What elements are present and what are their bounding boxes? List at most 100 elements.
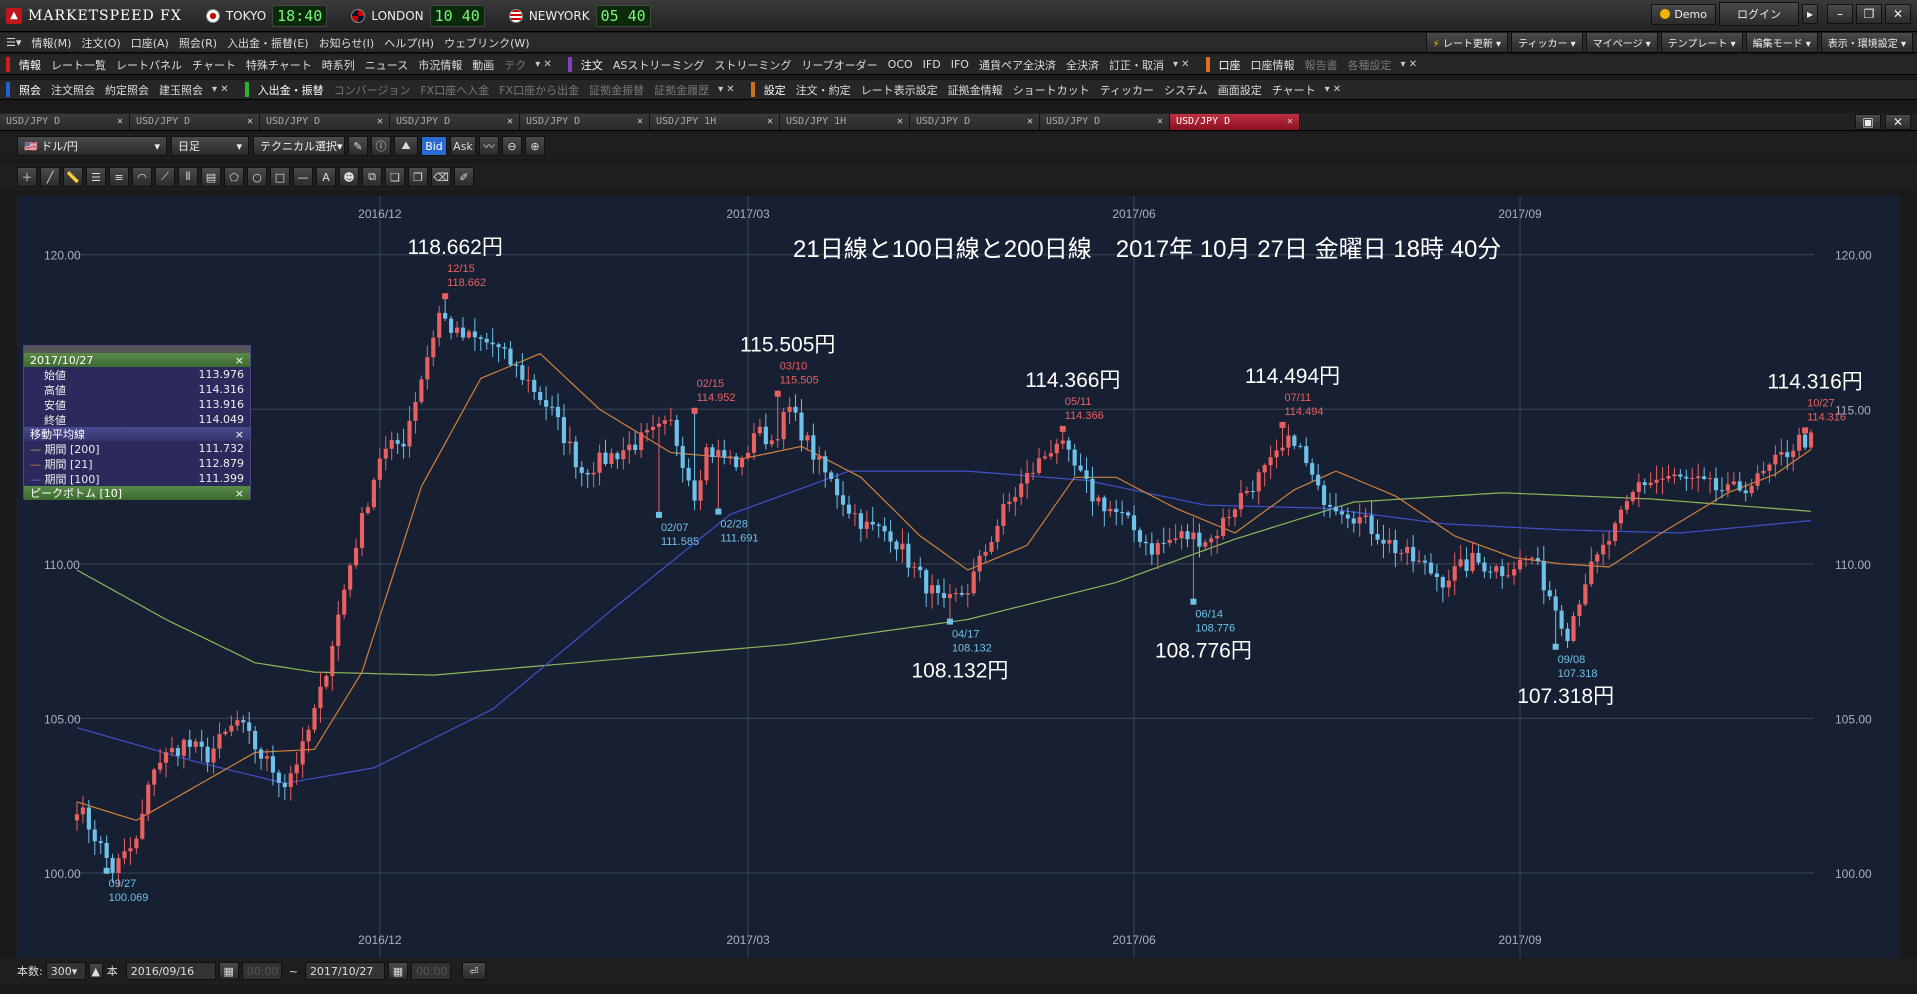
bid-button[interactable]: Bid xyxy=(421,136,447,156)
period-select[interactable]: 日足 ▾ xyxy=(171,136,249,156)
tab-close-icon[interactable]: ✕ xyxy=(377,116,383,127)
tab-chart[interactable]: USD/JPY D ✕ xyxy=(390,113,520,130)
toolbar1-item[interactable]: 通貨ペア全決済 xyxy=(979,57,1056,73)
panel-grip[interactable] xyxy=(24,346,250,353)
tab-chart[interactable]: USD/JPY 1H ✕ xyxy=(650,113,780,130)
tab-chart[interactable]: USD/JPY D ✕ xyxy=(130,113,260,130)
close-panel-icon[interactable]: ✕ xyxy=(1885,113,1911,130)
tab-close-icon[interactable]: ✕ xyxy=(117,116,123,127)
calendar-icon[interactable]: ▦ xyxy=(218,962,239,980)
tab-chart[interactable]: USD/JPY D ✕ xyxy=(0,113,130,130)
tab-chart[interactable]: USD/JPY D ✕ xyxy=(910,113,1040,130)
arrow-up-icon[interactable]: ▲ xyxy=(88,963,103,979)
display-settings-button[interactable]: 表示・環境設定 ▾ xyxy=(1820,33,1913,52)
copy-icon[interactable]: ⧉ xyxy=(362,167,382,187)
toolbar2-item[interactable]: 証拠金振替 xyxy=(589,82,644,98)
menu-item[interactable]: 入出金・振替(E) xyxy=(227,35,309,51)
tab-close-icon[interactable]: ✕ xyxy=(507,116,513,127)
tab-close-icon[interactable]: ✕ xyxy=(1157,116,1163,127)
toolbar1-item[interactable]: ストリーミング xyxy=(714,57,791,73)
edit-mode-button[interactable]: 編集モード ▾ xyxy=(1745,33,1818,52)
toolbar2-item[interactable]: 証拠金履歴 xyxy=(654,82,709,98)
fan-icon[interactable]: ⟋ xyxy=(155,167,175,187)
toolbar2-item[interactable]: 約定照会 xyxy=(105,82,149,98)
close-icon[interactable]: × xyxy=(235,354,244,367)
menu-item[interactable]: 照会(R) xyxy=(179,35,217,51)
wave-icon[interactable]: 〰 xyxy=(479,136,499,156)
demo-button[interactable]: Demo xyxy=(1651,3,1716,25)
toolbar2-item[interactable]: レート表示設定 xyxy=(861,82,938,98)
mypage-button[interactable]: マイページ ▾ xyxy=(1585,33,1658,52)
clear-all-icon[interactable]: ✐ xyxy=(454,167,474,187)
close-icon[interactable]: × xyxy=(235,487,244,500)
toolbar1-item[interactable]: 訂正・取消 xyxy=(1109,57,1164,73)
channel-icon[interactable]: ▤ xyxy=(201,167,221,187)
toolbar1-item[interactable]: 注文 xyxy=(581,57,603,73)
toolbar2-item[interactable]: ティッカー xyxy=(1100,82,1154,98)
group-menu-icon[interactable]: ▾ ✕ xyxy=(212,84,229,95)
horizontal-lines-icon[interactable]: ☰ xyxy=(86,167,106,187)
pentagon-icon[interactable]: ⬠ xyxy=(224,167,244,187)
toolbar2-item[interactable]: 注文・約定 xyxy=(796,82,851,98)
minimize-icon[interactable]: – xyxy=(1827,4,1853,24)
toolbar1-item[interactable]: リーブオーダー xyxy=(801,57,877,73)
toolbar1-item[interactable]: チャート xyxy=(192,57,236,73)
menu-item[interactable]: ウェブリンク(W) xyxy=(444,35,529,51)
menu-item[interactable]: 口座(A) xyxy=(131,35,169,51)
restore-icon[interactable]: ❐ xyxy=(1856,4,1882,24)
eraser-icon[interactable]: ⌫ xyxy=(431,167,451,187)
close-icon[interactable]: ✕ xyxy=(1885,4,1911,24)
toolbar1-item[interactable]: 報告書 xyxy=(1305,57,1338,73)
toolbar1-item[interactable]: 口座 xyxy=(1219,57,1241,73)
toolbar1-item[interactable]: 情報 xyxy=(19,57,41,73)
text-icon[interactable]: A xyxy=(316,167,336,187)
tab-chart[interactable]: USD/JPY 1H ✕ xyxy=(780,113,910,130)
area-chart-icon[interactable]: ⛰ xyxy=(394,136,418,156)
toolbar2-item[interactable]: FX口座へ入金 xyxy=(420,82,489,98)
menu-item[interactable]: 情報(M) xyxy=(31,35,71,51)
menu-toggle-icon[interactable]: ☰▾ xyxy=(6,36,21,49)
group-menu-icon[interactable]: ▾ ✕ xyxy=(535,59,552,70)
calendar-icon[interactable]: ▦ xyxy=(387,962,408,980)
template-button[interactable]: テンプレート ▾ xyxy=(1660,33,1743,52)
menu-item[interactable]: ヘルプ(H) xyxy=(384,35,434,51)
tab-close-icon[interactable]: ✕ xyxy=(767,116,773,127)
zoom-out-icon[interactable]: ⊖ xyxy=(502,136,522,156)
tab-chart[interactable]: USD/JPY D ✕ xyxy=(1040,113,1170,130)
tab-chart[interactable]: USD/JPY D ✕ xyxy=(520,113,650,130)
group-menu-icon[interactable]: ▾ ✕ xyxy=(718,84,735,95)
circle-icon[interactable]: ○ xyxy=(247,167,267,187)
toolbar1-item[interactable]: レートパネル xyxy=(116,57,182,73)
toolbar1-item[interactable]: ニュース xyxy=(365,57,408,73)
to-date-input[interactable]: 2017/10/27 xyxy=(304,962,385,980)
group-menu-icon[interactable]: ▾ ✕ xyxy=(1173,59,1190,70)
toolbar1-item[interactable]: レート一覧 xyxy=(51,57,106,73)
return-icon[interactable]: ⏎ xyxy=(461,962,486,980)
ruler-icon[interactable]: 📏 xyxy=(63,167,83,187)
toolbar2-item[interactable]: 注文照会 xyxy=(51,82,95,98)
currency-pair-select[interactable]: 🇺🇸 ドル/円 ▾ xyxy=(17,136,167,156)
maximize-panel-icon[interactable]: ▣ xyxy=(1855,113,1881,130)
tab-close-icon[interactable]: ✕ xyxy=(1027,116,1033,127)
login-button[interactable]: ログイン xyxy=(1719,2,1799,26)
from-date-input[interactable]: 2016/09/16 xyxy=(125,962,216,980)
toolbar2-item[interactable]: 画面設定 xyxy=(1218,82,1262,98)
toolbar2-item[interactable]: 入出金・振替 xyxy=(258,82,324,98)
toolbar2-item[interactable]: FX口座から出金 xyxy=(499,82,579,98)
toolbar1-item[interactable]: 全決済 xyxy=(1066,57,1099,73)
tab-close-icon[interactable]: ✕ xyxy=(637,116,643,127)
toolbar1-item[interactable]: IFO xyxy=(951,58,969,71)
stamp-icon[interactable]: ☻ xyxy=(339,167,359,187)
fibonacci-icon[interactable]: ≡ xyxy=(109,167,129,187)
trendline-icon[interactable]: ╱ xyxy=(40,167,60,187)
toolbar1-item[interactable]: 市況情報 xyxy=(418,57,462,73)
tab-chart-active[interactable]: USD/JPY D ✕ xyxy=(1170,113,1300,130)
toolbar1-item[interactable]: 動画 xyxy=(472,57,494,73)
tab-close-icon[interactable]: ✕ xyxy=(247,116,253,127)
ask-button[interactable]: Ask xyxy=(450,136,476,156)
hline-icon[interactable]: — xyxy=(293,167,313,187)
toolbar2-item[interactable]: 照会 xyxy=(19,82,41,98)
rate-update-button[interactable]: ⚡ レート更新 ▾ xyxy=(1425,33,1509,52)
tab-chart[interactable]: USD/JPY D ✕ xyxy=(260,113,390,130)
ohlc-info-panel[interactable]: 2017/10/27 × 始値 113.976 高値 114.316 安値 113.91… xyxy=(23,345,251,500)
